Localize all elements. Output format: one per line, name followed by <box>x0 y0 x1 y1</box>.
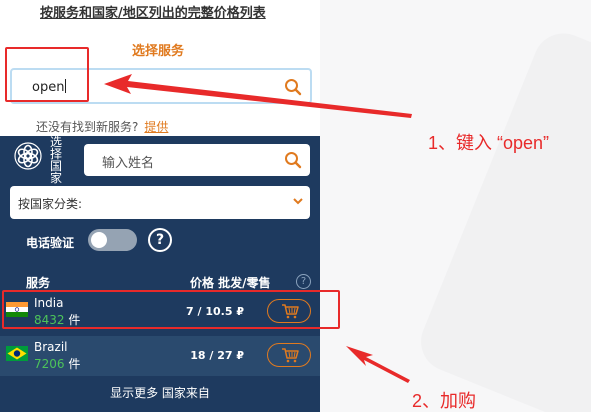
name-search-input[interactable]: 输入姓名 <box>84 144 310 176</box>
price-value: 18 / 27 ₽ <box>190 349 244 362</box>
price-column-header: 价格 批发/零售 <box>190 276 271 290</box>
add-to-cart-button[interactable] <box>267 343 311 367</box>
name-input-placeholder: 输入姓名 <box>102 156 155 171</box>
not-found-label: 还没有找到新服务? <box>36 120 139 134</box>
search-highlight-box <box>5 47 89 102</box>
select-service-heading: 选择服务 <box>132 44 185 59</box>
step-two-annotation: 2、加购 <box>412 391 477 411</box>
price-help-icon[interactable]: ? <box>296 274 311 289</box>
country-row-brazil: Brazil 7206 件 18 / 27 ₽ <box>0 336 320 376</box>
select-country-title: 选择国家 <box>50 135 63 185</box>
country-name: Brazil <box>34 340 68 354</box>
country-sort-label: 按国家分类: <box>18 197 83 211</box>
show-more-countries-link[interactable]: 显示更多 国家来自 <box>0 384 320 401</box>
country-list-widget: 选择国家 输入姓名 按国家分类: 电话验证 ? 服务 价格 批发/零售 ? In… <box>0 136 320 412</box>
country-sort-select[interactable]: 按国家分类: <box>10 186 310 219</box>
help-icon[interactable]: ? <box>148 228 172 252</box>
service-not-found-text: 还没有找到新服务? 提供 <box>36 118 168 135</box>
step-one-annotation: 1、键入 “open” <box>428 133 550 153</box>
india-row-highlight-box <box>2 290 340 329</box>
full-price-list-link[interactable]: 按服务和国家/地区列出的完整价格列表 <box>40 2 266 21</box>
phone-verify-label: 电话验证 <box>26 236 75 250</box>
search-icon[interactable] <box>284 78 302 96</box>
background-decoration <box>320 0 591 412</box>
brazil-flag-icon <box>6 346 28 361</box>
phone-verify-toggle[interactable] <box>88 229 137 251</box>
search-icon[interactable] <box>284 151 302 169</box>
cart-icon <box>282 348 299 363</box>
suggest-service-link[interactable]: 提供 <box>144 120 168 134</box>
available-count: 7206 件 <box>34 357 81 371</box>
openai-logo-icon <box>14 142 42 170</box>
chevron-down-icon <box>293 198 303 205</box>
service-column-header: 服务 <box>26 276 51 290</box>
toggle-knob <box>91 232 107 248</box>
